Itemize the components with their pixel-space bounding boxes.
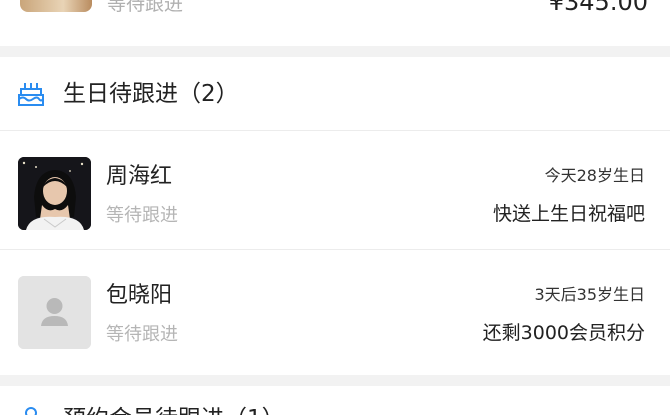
avatar-photo-icon [18,157,91,230]
list-item[interactable]: 包晓阳 等待跟进 3天后35岁生日 还剩3000会员积分 [0,250,670,368]
previous-item-amount: ¥345.00 [548,0,648,16]
birthday-section: 生日待跟进（2） 周海红 等待跟进 今天28岁生日 快送上生日祝福吧 包晓阳 等… [0,57,670,375]
birthday-info: 3天后35岁生日 [534,285,645,304]
avatar [18,157,91,230]
birthday-section-header: 生日待跟进（2） [0,57,670,131]
birthday-action-hint: 快送上生日祝福吧 [492,203,645,225]
default-user-icon [18,276,91,349]
member-name: 包晓阳 [106,283,173,308]
birthday-section-title: 生日待跟进（2） [63,81,239,107]
member-name: 周海红 [106,164,173,189]
points-remaining: 还剩3000会员积分 [482,322,645,344]
previous-item-card[interactable]: 等待跟进 ¥345.00 [0,0,670,46]
appointment-section: 预约会员待跟进（1） [0,386,670,415]
follow-status: 等待跟进 [106,205,178,226]
birthday-info: 今天28岁生日 [544,166,645,185]
previous-item-status: 等待跟进 [107,0,184,15]
avatar [18,276,91,349]
follow-status: 等待跟进 [106,324,178,345]
follow-up-page: 等待跟进 ¥345.00 生日待跟进（2） 周海红 等待跟进 今天28岁生日 快… [0,0,670,415]
cake-icon [18,83,44,106]
appointment-section-title: 预约会员待跟进（1） [63,404,285,415]
previous-item-avatar [20,0,92,12]
list-item[interactable]: 周海红 等待跟进 今天28岁生日 快送上生日祝福吧 [0,131,670,250]
user-icon [25,407,37,415]
